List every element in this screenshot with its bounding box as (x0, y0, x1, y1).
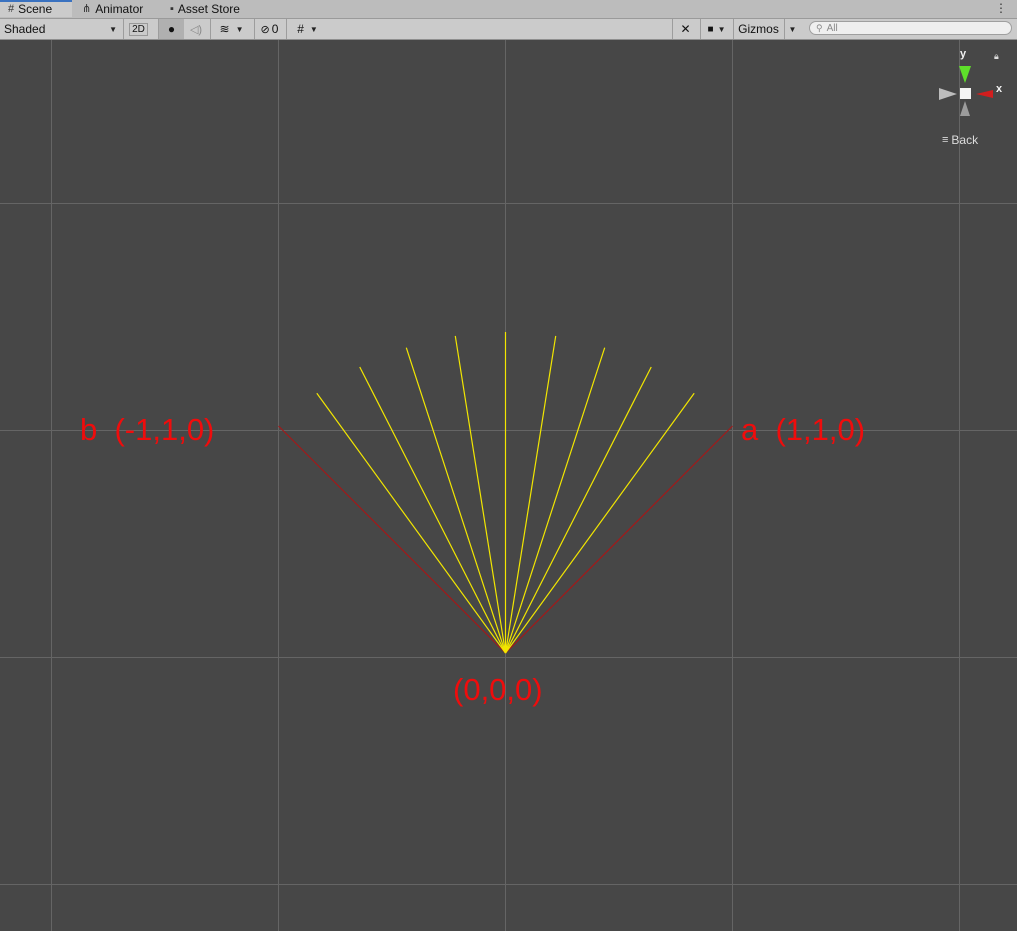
ray-line (504, 366, 652, 654)
chevron-down-icon: ▼ (235, 24, 244, 34)
ray-line (359, 366, 507, 654)
line-vector-a (505, 425, 733, 654)
label-origin: (0,0,0) (453, 672, 543, 707)
search-placeholder: All (826, 22, 838, 34)
grid-snapping-dropdown[interactable]: # ▼ (286, 19, 328, 39)
orientation-gizmo[interactable] (935, 52, 1015, 132)
bag-icon: ▪ (170, 2, 174, 15)
grid-icon: # (8, 3, 15, 15)
neg-x-axis-cone-icon[interactable] (939, 88, 957, 100)
more-options-icon[interactable]: ⋮ (995, 1, 1007, 15)
chevron-down-icon: ▼ (788, 24, 797, 34)
ray-line (316, 392, 506, 654)
ray-line (504, 347, 606, 654)
view-direction-label[interactable]: ≡ Back (942, 133, 978, 147)
view-direction-text: Back (951, 133, 979, 147)
lock-icon[interactable]: 🔒︎ (994, 51, 999, 62)
label-vector-a: a (1,1,0) (741, 412, 866, 447)
ray-line (454, 335, 507, 654)
scene-viewport[interactable]: b (-1,1,0) a (1,1,0) (0,0,0) y x 🔒︎ ≡ Ba… (0, 40, 1017, 931)
gizmos-button[interactable]: Gizmos (733, 19, 783, 39)
lightbulb-icon: ● (167, 22, 176, 36)
chevron-down-icon: ▼ (309, 24, 318, 34)
y-axis-cone-icon[interactable] (959, 66, 971, 83)
chevron-down-icon: ▼ (109, 24, 117, 34)
search-icon: ⚲ (816, 22, 823, 33)
grid-lines (0, 40, 1017, 931)
gizmos-label: Gizmos (738, 22, 779, 36)
effects-dropdown[interactable]: ≋ ▼ (210, 19, 252, 39)
hidden-eye-icon: ⊘ (260, 23, 270, 36)
scene-visibility-toggle[interactable]: ⊘ 0 (254, 19, 284, 39)
gizmos-dropdown[interactable]: ▼ (784, 19, 800, 39)
gizmo-x-label: x (996, 83, 1003, 95)
ray-line (505, 392, 695, 654)
interpolated-rays (316, 331, 695, 654)
grid-snap-icon: # (297, 22, 304, 36)
tab-label: Animator (95, 1, 144, 16)
label-vector-b: b (-1,1,0) (80, 412, 215, 447)
toggle-2d-label: 2D (129, 22, 148, 36)
layers-icon: ≋ (219, 22, 230, 36)
ray-line (405, 347, 507, 654)
lighting-toggle[interactable]: ● (158, 19, 184, 39)
camera-dropdown[interactable]: ■ ▼ (700, 19, 732, 39)
tab-label: Scene (18, 2, 53, 16)
search-input[interactable]: ⚲ All (809, 21, 1012, 35)
draw-mode-value: Shaded (4, 22, 46, 36)
tab-asset-store[interactable]: ▪ Asset Store (170, 0, 240, 18)
tab-scene[interactable]: # Scene (0, 0, 72, 17)
tools-icon: ✕ (680, 22, 691, 36)
scene-toolbar: Shaded ▼ 2D ● ◁) ≋ ▼ ⊘ 0 # ▼ ✕ ■ ▼ Gizmo… (0, 19, 1017, 40)
camera-icon: ■ (707, 23, 714, 35)
center-cube-icon[interactable] (960, 88, 971, 99)
line-vector-b (278, 425, 506, 654)
gizmo-y-label: y (960, 48, 967, 60)
x-axis-cone-icon[interactable] (976, 90, 993, 98)
hamburger-icon: ≡ (942, 134, 949, 146)
toggle-2d-button[interactable]: 2D (123, 19, 153, 39)
tab-bar: # Scene ⋔ Animator ▪ Asset Store ⋮ (0, 0, 1017, 19)
animator-icon: ⋔ (82, 2, 92, 15)
ray-line (504, 335, 557, 654)
neg-y-axis-cone-icon[interactable] (960, 101, 970, 116)
speaker-icon: ◁) (189, 23, 203, 36)
draw-mode-dropdown[interactable]: Shaded ▼ (0, 19, 121, 39)
scene-canvas (0, 40, 1017, 931)
audio-toggle[interactable]: ◁) (184, 19, 208, 39)
tab-animator[interactable]: ⋔ Animator (82, 0, 143, 18)
hidden-count: 0 (271, 22, 279, 36)
chevron-down-icon: ▼ (717, 24, 726, 34)
tab-label: Asset Store (177, 1, 240, 16)
tools-button[interactable]: ✕ (672, 19, 698, 39)
